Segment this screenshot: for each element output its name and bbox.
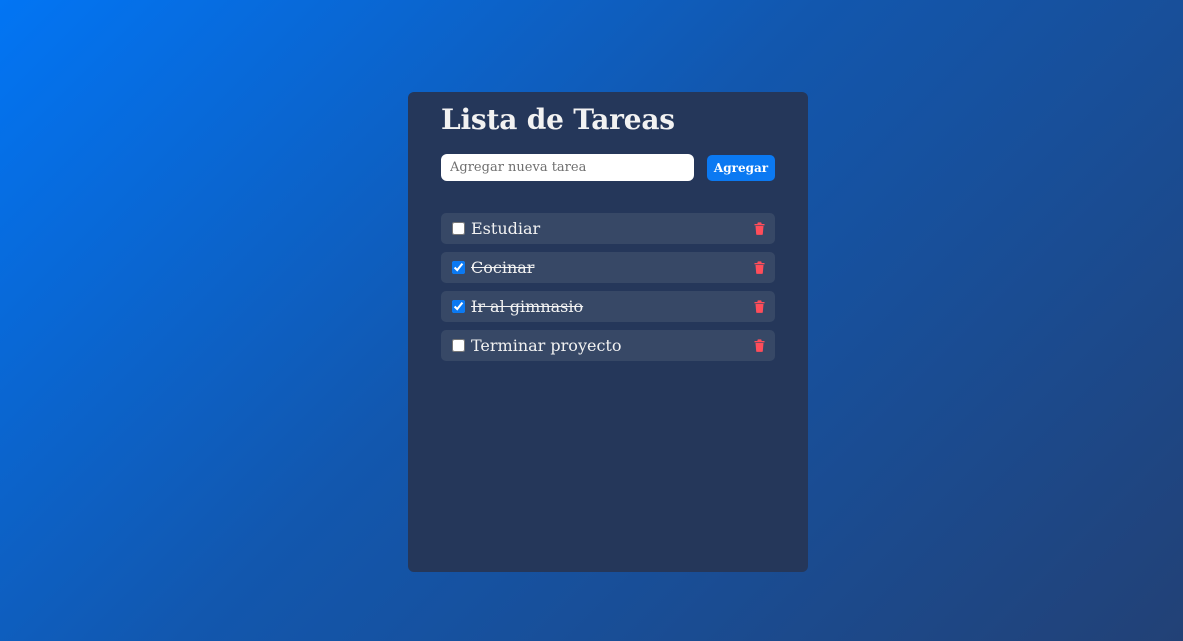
task-item: Estudiar [441, 213, 775, 244]
trash-icon[interactable] [754, 222, 765, 235]
page-title: Lista de Tareas [441, 103, 675, 136]
task-item: Cocinar [441, 252, 775, 283]
new-task-input[interactable] [441, 154, 694, 181]
trash-icon[interactable] [754, 300, 765, 313]
task-list: Estudiar Cocinar Ir al gimnasio Terminar… [441, 213, 775, 369]
task-checkbox[interactable] [452, 261, 465, 274]
task-item: Terminar proyecto [441, 330, 775, 361]
add-task-button[interactable]: Agregar [707, 155, 775, 181]
task-text: Ir al gimnasio [471, 297, 584, 316]
task-text: Cocinar [471, 258, 535, 277]
task-text: Terminar proyecto [471, 336, 622, 355]
trash-icon[interactable] [754, 339, 765, 352]
todo-card: Lista de Tareas Agregar Estudiar Cocinar… [408, 92, 808, 572]
task-checkbox[interactable] [452, 339, 465, 352]
task-item: Ir al gimnasio [441, 291, 775, 322]
trash-icon[interactable] [754, 261, 765, 274]
task-checkbox[interactable] [452, 300, 465, 313]
task-text: Estudiar [471, 219, 541, 238]
task-checkbox[interactable] [452, 222, 465, 235]
